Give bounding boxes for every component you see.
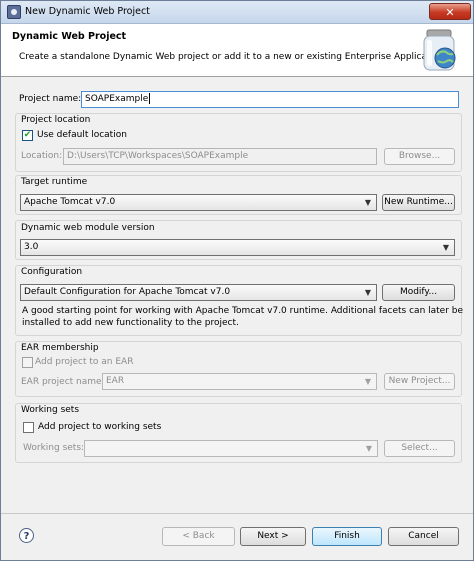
next-button[interactable]: Next >: [240, 527, 306, 546]
new-ear-project-button[interactable]: New Project...: [384, 373, 455, 390]
footer-divider: [1, 513, 473, 514]
dialog-window: New Dynamic Web Project ✕ Dynamic Web Pr…: [0, 0, 474, 561]
chevron-down-icon: ▼: [364, 288, 372, 297]
project-name-label: Project name:: [19, 94, 82, 104]
ear-membership-title: EAR membership: [21, 343, 99, 353]
project-location-title: Project location: [21, 115, 91, 125]
project-name-input[interactable]: SOAPExample: [81, 91, 459, 108]
add-to-ear-label: Add project to an EAR: [35, 357, 134, 367]
ear-project-name-value: EAR: [106, 376, 125, 386]
app-icon: [7, 5, 21, 19]
ear-project-name-combo[interactable]: EAR ▼: [102, 373, 377, 390]
chevron-down-icon: ▼: [365, 444, 373, 453]
use-default-location-label: Use default location: [37, 130, 127, 140]
module-version-value: 3.0: [24, 242, 39, 252]
web-project-icon: [423, 29, 456, 71]
location-input[interactable]: D:\Users\TCP\Workspaces\SOAPExample: [63, 148, 377, 165]
add-to-working-sets-label: Add project to working sets: [38, 422, 162, 432]
wizard-description: Create a standalone Dynamic Web project …: [19, 52, 448, 62]
target-runtime-value: Apache Tomcat v7.0: [24, 197, 116, 207]
target-runtime-combo[interactable]: Apache Tomcat v7.0 ▼: [20, 194, 377, 211]
help-icon[interactable]: ?: [19, 528, 34, 543]
finish-button[interactable]: Finish: [312, 527, 382, 546]
chevron-down-icon: ▼: [442, 243, 450, 252]
chevron-down-icon: ▼: [364, 377, 372, 386]
use-default-location-checkbox[interactable]: ✔: [22, 130, 33, 141]
module-version-combo[interactable]: 3.0 ▼: [20, 239, 455, 256]
close-button[interactable]: ✕: [429, 3, 471, 20]
working-sets-title: Working sets: [21, 405, 80, 415]
configuration-value: Default Configuration for Apache Tomcat …: [24, 287, 231, 297]
ear-project-name-label: EAR project name:: [21, 377, 105, 387]
configuration-description-line1: A good starting point for working with A…: [22, 306, 464, 316]
new-runtime-button[interactable]: New Runtime...: [382, 194, 455, 211]
module-version-title: Dynamic web module version: [21, 223, 155, 233]
working-sets-label: Working sets:: [23, 443, 85, 453]
working-sets-combo[interactable]: ▼: [84, 440, 378, 457]
wizard-title: Dynamic Web Project: [12, 31, 127, 42]
location-label: Location:: [21, 151, 63, 161]
target-runtime-title: Target runtime: [21, 177, 88, 187]
title-bar[interactable]: New Dynamic Web Project ✕: [1, 1, 473, 24]
select-working-sets-button[interactable]: Select...: [384, 440, 455, 457]
back-button[interactable]: < Back: [162, 527, 235, 546]
configuration-description-line2: installed to add new functionality to th…: [22, 318, 239, 328]
project-name-value: SOAPExample: [85, 94, 149, 104]
configuration-combo[interactable]: Default Configuration for Apache Tomcat …: [20, 284, 377, 301]
configuration-title: Configuration: [21, 267, 83, 277]
browse-button[interactable]: Browse...: [384, 148, 455, 165]
modify-button[interactable]: Modify...: [382, 284, 455, 301]
add-to-working-sets-checkbox[interactable]: [23, 422, 34, 433]
cancel-button[interactable]: Cancel: [388, 527, 459, 546]
window-title: New Dynamic Web Project: [25, 6, 150, 17]
wizard-banner: Dynamic Web Project Create a standalone …: [1, 24, 473, 77]
add-to-ear-checkbox[interactable]: [22, 357, 33, 368]
chevron-down-icon: ▼: [364, 198, 372, 207]
